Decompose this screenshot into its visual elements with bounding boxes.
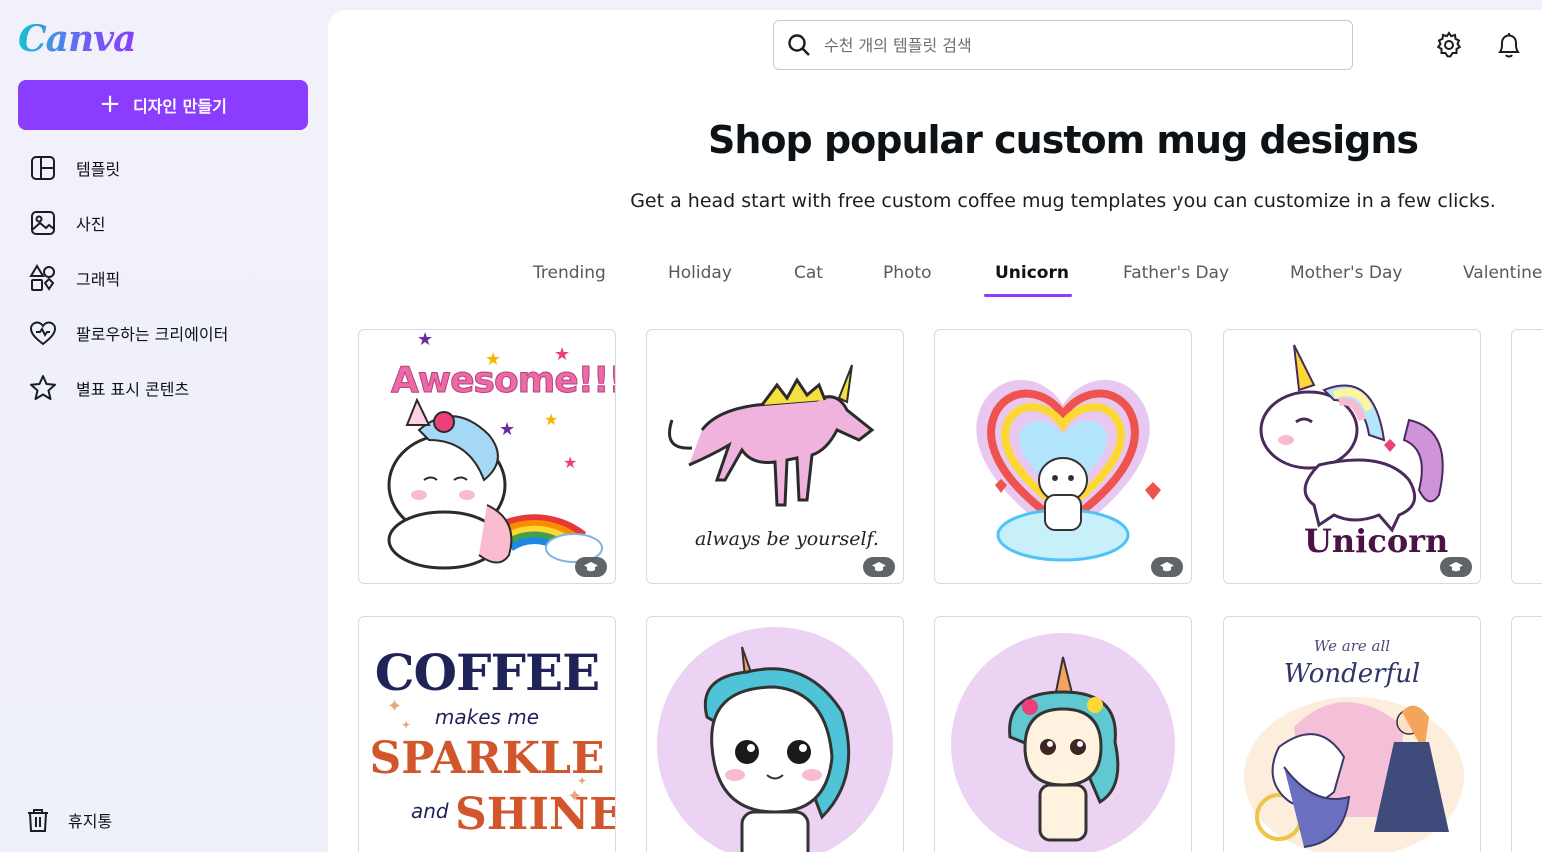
svg-text:★: ★ xyxy=(563,455,577,472)
graduation-cap-icon xyxy=(1160,562,1174,572)
sidebar-item-graphics[interactable]: 그래픽 xyxy=(18,250,308,305)
tab-holiday[interactable]: Holiday xyxy=(668,262,732,300)
sidebar-item-label: 팔로우하는 크리에이터 xyxy=(76,324,229,344)
sidebar-item-photos[interactable]: 사진 xyxy=(18,195,308,250)
card-text: always be yourself. xyxy=(695,528,879,550)
svg-text:✦: ✦ xyxy=(577,774,587,788)
svg-text:✦: ✦ xyxy=(567,786,582,806)
teal-mane-unicorn-illustration xyxy=(657,627,893,852)
template-card-unicorn[interactable]: Unicorn xyxy=(1223,329,1481,584)
premium-badge xyxy=(1440,557,1472,577)
template-card-partial[interactable] xyxy=(1511,329,1542,584)
premium-badge xyxy=(1151,557,1183,577)
svg-text:★: ★ xyxy=(499,419,515,439)
graduation-cap-icon xyxy=(872,562,886,572)
card-text: Unicorn xyxy=(1304,522,1449,560)
tab-cat[interactable]: Cat xyxy=(794,262,823,300)
photo-icon xyxy=(31,210,55,235)
create-design-label: 디자인 만들기 xyxy=(132,97,227,116)
sidebar-item-label: 별표 표시 콘텐츠 xyxy=(76,379,190,399)
sidebar: Canva + 디자인 만들기 템플릿 사진 그래픽 팔로우하는 크리에이터 별… xyxy=(0,0,328,852)
sidebar-item-label: 템플릿 xyxy=(76,159,121,179)
tab-mothers-day[interactable]: Mother's Day xyxy=(1290,262,1402,300)
settings-icon[interactable] xyxy=(1434,30,1464,60)
create-design-button[interactable]: + 디자인 만들기 xyxy=(18,80,308,130)
bell-icon[interactable] xyxy=(1494,30,1524,60)
template-card-teal-unicorn[interactable] xyxy=(646,616,904,852)
page-subtitle: Get a head start with free custom coffee… xyxy=(630,190,1496,212)
rainbow-heart-unicorn-illustration xyxy=(976,379,1161,562)
sidebar-item-trash[interactable]: 휴지통 xyxy=(24,806,112,834)
plus-icon: + xyxy=(99,88,121,119)
tab-fathers-day[interactable]: Father's Day xyxy=(1123,262,1229,300)
template-card-always-be-yourself[interactable]: always be yourself. xyxy=(646,329,904,584)
template-card-heart-unicorn[interactable] xyxy=(934,329,1192,584)
floral-unicorn-illustration xyxy=(951,633,1175,852)
template-card-coffee-sparkle[interactable]: COFFEE makes me SPARKLE and SHINE ✦ ✦ ✦ … xyxy=(358,616,616,852)
search-input[interactable] xyxy=(824,35,1304,55)
svg-text:★: ★ xyxy=(544,412,558,429)
trash-label: 휴지통 xyxy=(68,812,113,831)
active-tab-indicator xyxy=(984,294,1072,297)
template-icon xyxy=(31,155,55,180)
graphics-icon xyxy=(29,263,55,291)
svg-text:✦: ✦ xyxy=(387,696,402,716)
search-bar[interactable] xyxy=(773,20,1353,70)
template-card-awesome[interactable]: ★ ★ ★ ★ ★ ★ Awesome!!! xyxy=(358,329,616,584)
premium-badge xyxy=(863,557,895,577)
princess-unicorn-carriage-illustration xyxy=(1244,697,1464,852)
heart-creator-icon xyxy=(29,320,57,345)
trash-icon xyxy=(28,809,48,832)
graduation-cap-icon xyxy=(584,562,598,572)
graduation-cap-icon xyxy=(1449,562,1463,572)
sidebar-item-templates[interactable]: 템플릿 xyxy=(18,140,308,195)
main-panel: Shop popular custom mug designs Get a he… xyxy=(328,10,1542,852)
page-title: Shop popular custom mug designs xyxy=(707,118,1419,162)
star-icon xyxy=(30,374,56,400)
search-icon xyxy=(788,34,810,56)
svg-text:★: ★ xyxy=(417,330,433,349)
template-card-partial[interactable] xyxy=(1511,616,1542,852)
sidebar-nav: 템플릿 사진 그래픽 팔로우하는 크리에이터 별표 표시 콘텐츠 xyxy=(18,140,308,415)
svg-text:✦: ✦ xyxy=(401,718,411,732)
sidebar-item-label: 사진 xyxy=(76,214,106,234)
card-text: Awesome!!! xyxy=(391,360,616,402)
canva-logo[interactable]: Canva xyxy=(18,18,136,60)
template-card-wonderful[interactable]: We are all Wonderful xyxy=(1223,616,1481,852)
sidebar-item-followed-creators[interactable]: 팔로우하는 크리에이터 xyxy=(18,305,308,360)
sidebar-item-label: 그래픽 xyxy=(76,269,121,289)
template-card-floral-unicorn[interactable] xyxy=(934,616,1192,852)
tab-valentine[interactable]: Valentine xyxy=(1463,262,1542,300)
tab-photo[interactable]: Photo xyxy=(883,262,932,300)
premium-badge xyxy=(575,557,607,577)
sparkles-decoration: ✦ ✦ ✦ ✦ xyxy=(387,696,587,806)
tab-trending[interactable]: Trending xyxy=(533,262,606,300)
sidebar-item-starred[interactable]: 별표 표시 콘텐츠 xyxy=(18,360,308,415)
